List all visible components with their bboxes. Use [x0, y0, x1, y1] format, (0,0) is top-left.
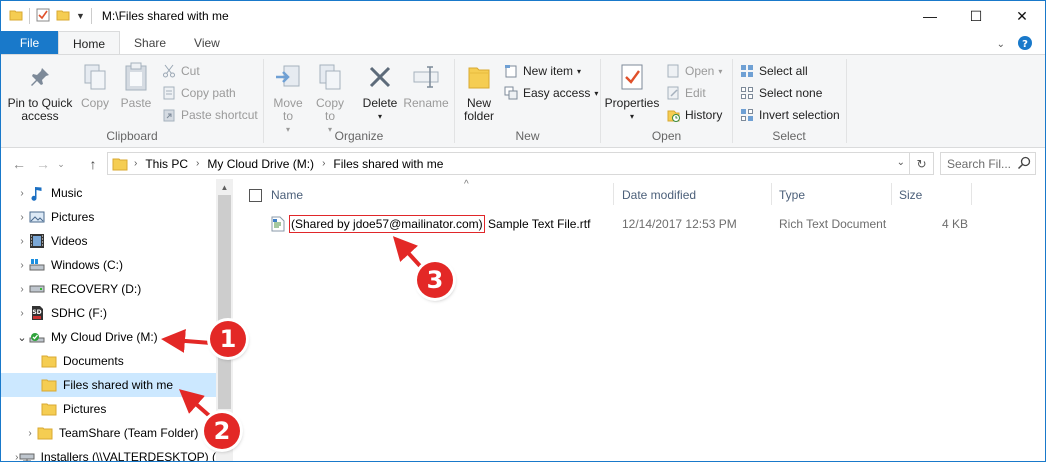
explorer-window: ▼ M:\Files shared with me — ☐ ✕ File Hom…: [0, 0, 1046, 462]
arrow-2: [178, 389, 215, 421]
arrow-3: [392, 236, 423, 269]
annotation-marker-3: 3: [417, 262, 453, 298]
annotation-marker-2: 2: [204, 413, 240, 449]
annotation-marker-1: 1: [210, 321, 246, 357]
annotation-arrows: [161, 236, 424, 422]
